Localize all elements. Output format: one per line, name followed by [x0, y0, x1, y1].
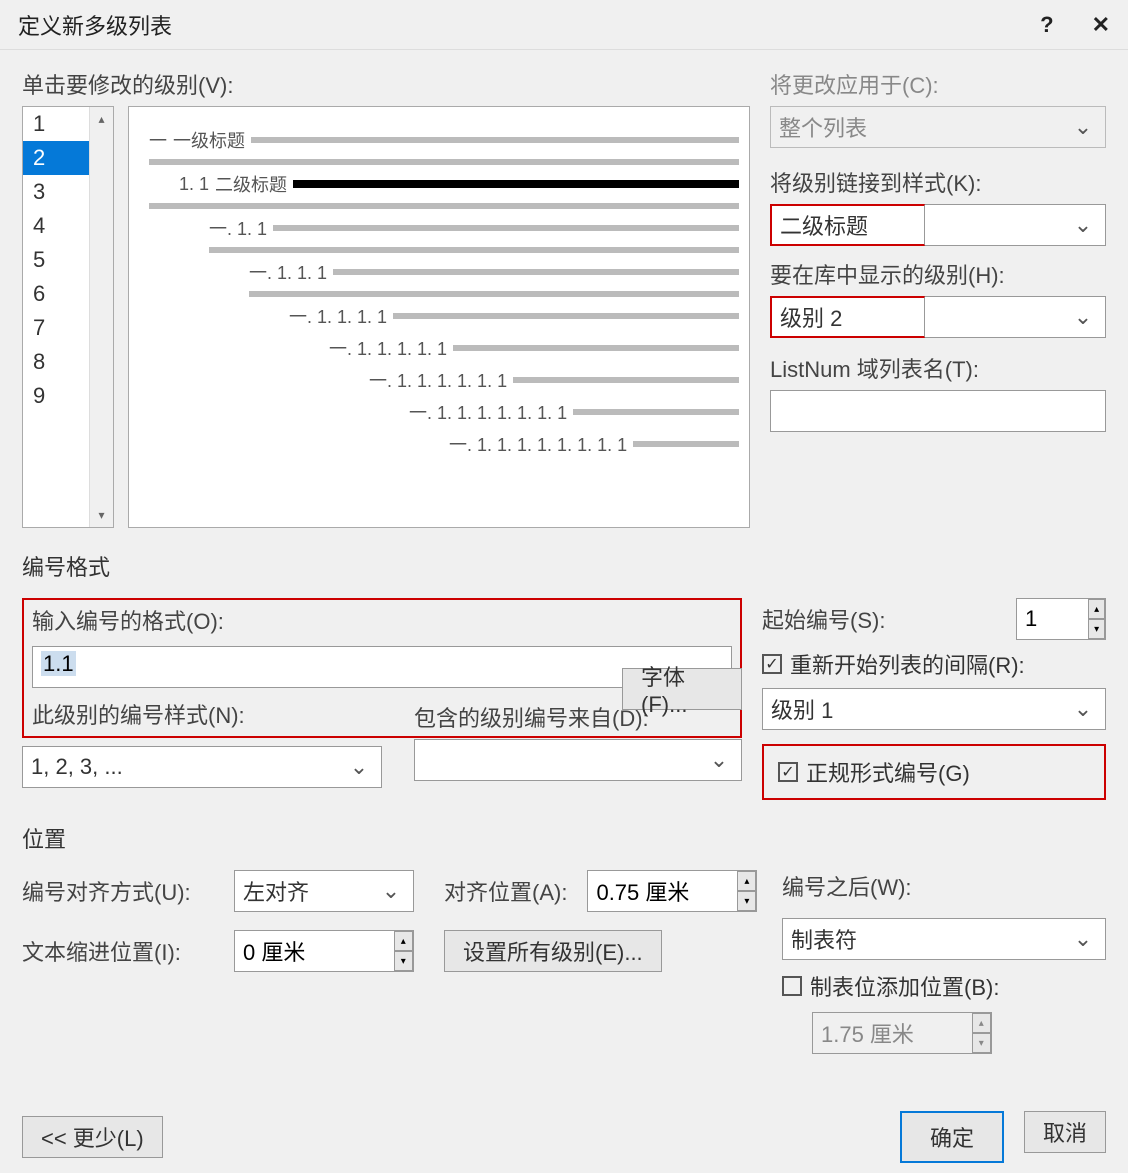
after-num-label: 编号之后(W): [782, 870, 1106, 902]
scroll-down-icon[interactable]: ▾ [94, 507, 110, 523]
level-item-2[interactable]: 2 [23, 141, 89, 175]
indent-pos-value[interactable] [235, 931, 394, 971]
font-button[interactable]: 字体(F)... [622, 668, 742, 710]
set-all-button[interactable]: 设置所有级别(E)... [444, 930, 662, 972]
align-pos-spinner[interactable]: ▴▾ [587, 870, 757, 912]
align-pos-label: 对齐位置(A): [444, 875, 567, 907]
link-style-chev[interactable]: ⌄ [925, 204, 1106, 246]
enter-format-label: 输入编号的格式(O): [32, 604, 732, 636]
tab-stop-label: 制表位添加位置(B): [810, 970, 999, 1002]
include-from-combo[interactable]: ⌄ [414, 739, 742, 781]
apply-to-combo: 整个列表 ⌄ [770, 106, 1106, 148]
tab-stop-checkbox-row[interactable]: 制表位添加位置(B): [782, 970, 1106, 1002]
preview-l7-num: 一. 1. 1. 1. 1. 1. 1. 1 [409, 399, 567, 425]
start-at-value[interactable] [1017, 599, 1088, 639]
list-preview: 一 一级标题 1. 1 二级标题 一. 1. 1 [128, 106, 750, 528]
tab-stop-value [813, 1013, 972, 1053]
restart-combo[interactable]: 级别 1 ⌄ [762, 688, 1106, 730]
apply-to-label: 将更改应用于(C): [770, 68, 1106, 100]
cancel-button[interactable]: 取消 [1024, 1111, 1106, 1153]
legal-checkbox-row[interactable]: ✓ 正规形式编号(G) [762, 744, 1106, 800]
link-style-value: 二级标题 [780, 209, 916, 241]
chevron-down-icon: ⌄ [1069, 926, 1097, 952]
ok-button[interactable]: 确定 [900, 1111, 1004, 1163]
align-pos-value[interactable] [588, 871, 737, 911]
restart-checkbox-row[interactable]: ✓ 重新开始列表的间隔(R): [762, 648, 1106, 680]
spin-up-icon[interactable]: ▴ [394, 931, 413, 951]
num-style-combo[interactable]: 1, 2, 3, ... ⌄ [22, 746, 382, 788]
less-button[interactable]: << 更少(L) [22, 1116, 163, 1158]
preview-l0-label: 一级标题 [173, 127, 245, 153]
level-item-7[interactable]: 7 [23, 311, 89, 345]
level-listbox[interactable]: 1 2 3 4 5 6 7 8 9 ▴ ▾ [22, 106, 114, 528]
indent-pos-label: 文本缩进位置(I): [22, 935, 222, 967]
spin-down-icon[interactable]: ▾ [1088, 619, 1105, 639]
chevron-down-icon: ⌄ [345, 754, 373, 780]
preview-l6-num: 一. 1. 1. 1. 1. 1. 1 [369, 367, 507, 393]
show-level-label: 要在库中显示的级别(H): [770, 258, 1106, 290]
align-mode-value: 左对齐 [243, 875, 377, 907]
preview-l3-num: 一. 1. 1. 1 [249, 259, 327, 285]
level-item-6[interactable]: 6 [23, 277, 89, 311]
chevron-down-icon: ⌄ [1069, 114, 1097, 140]
level-item-4[interactable]: 4 [23, 209, 89, 243]
listnum-label: ListNum 域列表名(T): [770, 352, 1106, 384]
after-num-value: 制表符 [791, 923, 1069, 955]
after-num-combo[interactable]: 制表符 ⌄ [782, 918, 1106, 960]
listnum-input[interactable] [770, 390, 1106, 432]
spin-up-icon: ▴ [972, 1013, 991, 1033]
spin-up-icon[interactable]: ▴ [737, 871, 756, 891]
chevron-down-icon: ⌄ [377, 878, 405, 904]
spin-up-icon[interactable]: ▴ [1088, 599, 1105, 619]
level-item-5[interactable]: 5 [23, 243, 89, 277]
spin-down-icon[interactable]: ▾ [394, 951, 413, 971]
num-format-section: 编号格式 [22, 550, 1106, 582]
chevron-down-icon: ⌄ [1069, 304, 1097, 330]
link-style-label: 将级别链接到样式(K): [770, 166, 1106, 198]
help-icon[interactable]: ? [1040, 12, 1053, 38]
preview-l4-num: 一. 1. 1. 1. 1 [289, 303, 387, 329]
chevron-down-icon: ⌄ [1069, 696, 1097, 722]
enter-format-value: 1.1 [41, 651, 76, 676]
preview-l1-num: 1. 1 [179, 174, 209, 195]
spin-down-icon[interactable]: ▾ [737, 891, 756, 911]
restart-label: 重新开始列表的间隔(R): [790, 648, 1025, 680]
preview-l1-label: 二级标题 [215, 171, 287, 197]
level-scrollbar[interactable]: ▴ ▾ [89, 107, 113, 527]
preview-l0-num: 一 [149, 127, 167, 153]
tab-stop-spinner: ▴▾ [812, 1012, 992, 1054]
restart-checkbox[interactable]: ✓ [762, 654, 782, 674]
align-mode-label: 编号对齐方式(U): [22, 875, 222, 907]
position-section: 位置 [22, 822, 1106, 854]
num-style-value: 1, 2, 3, ... [31, 754, 345, 780]
preview-l2-num: 一. 1. 1 [209, 215, 267, 241]
level-item-8[interactable]: 8 [23, 345, 89, 379]
spin-down-icon: ▾ [972, 1033, 991, 1053]
preview-l8-num: 一. 1. 1. 1. 1. 1. 1. 1. 1 [449, 431, 627, 457]
click-level-label: 单击要修改的级别(V): [22, 68, 750, 100]
preview-l5-num: 一. 1. 1. 1. 1. 1 [329, 335, 447, 361]
legal-checkbox[interactable]: ✓ [778, 762, 798, 782]
level-item-1[interactable]: 1 [23, 107, 89, 141]
dialog-title: 定义新多级列表 [18, 9, 172, 41]
show-level-chev[interactable]: ⌄ [925, 296, 1106, 338]
close-icon[interactable]: ✕ [1092, 12, 1110, 38]
scroll-up-icon[interactable]: ▴ [94, 111, 110, 127]
link-style-combo[interactable]: 二级标题 [770, 204, 925, 246]
chevron-down-icon: ⌄ [705, 747, 733, 773]
align-mode-combo[interactable]: 左对齐 ⌄ [234, 870, 414, 912]
apply-to-value: 整个列表 [779, 111, 1069, 143]
legal-label: 正规形式编号(G) [806, 756, 970, 788]
titlebar: 定义新多级列表 ? ✕ [0, 0, 1128, 50]
tab-stop-checkbox[interactable] [782, 976, 802, 996]
show-level-combo[interactable]: 级别 2 [770, 296, 925, 338]
indent-pos-spinner[interactable]: ▴▾ [234, 930, 414, 972]
start-at-spinner[interactable]: ▴▾ [1016, 598, 1106, 640]
level-item-9[interactable]: 9 [23, 379, 89, 413]
level-item-3[interactable]: 3 [23, 175, 89, 209]
show-level-value: 级别 2 [780, 301, 916, 333]
restart-value: 级别 1 [771, 693, 1069, 725]
chevron-down-icon: ⌄ [1069, 212, 1097, 238]
start-at-label: 起始编号(S): [762, 603, 885, 635]
